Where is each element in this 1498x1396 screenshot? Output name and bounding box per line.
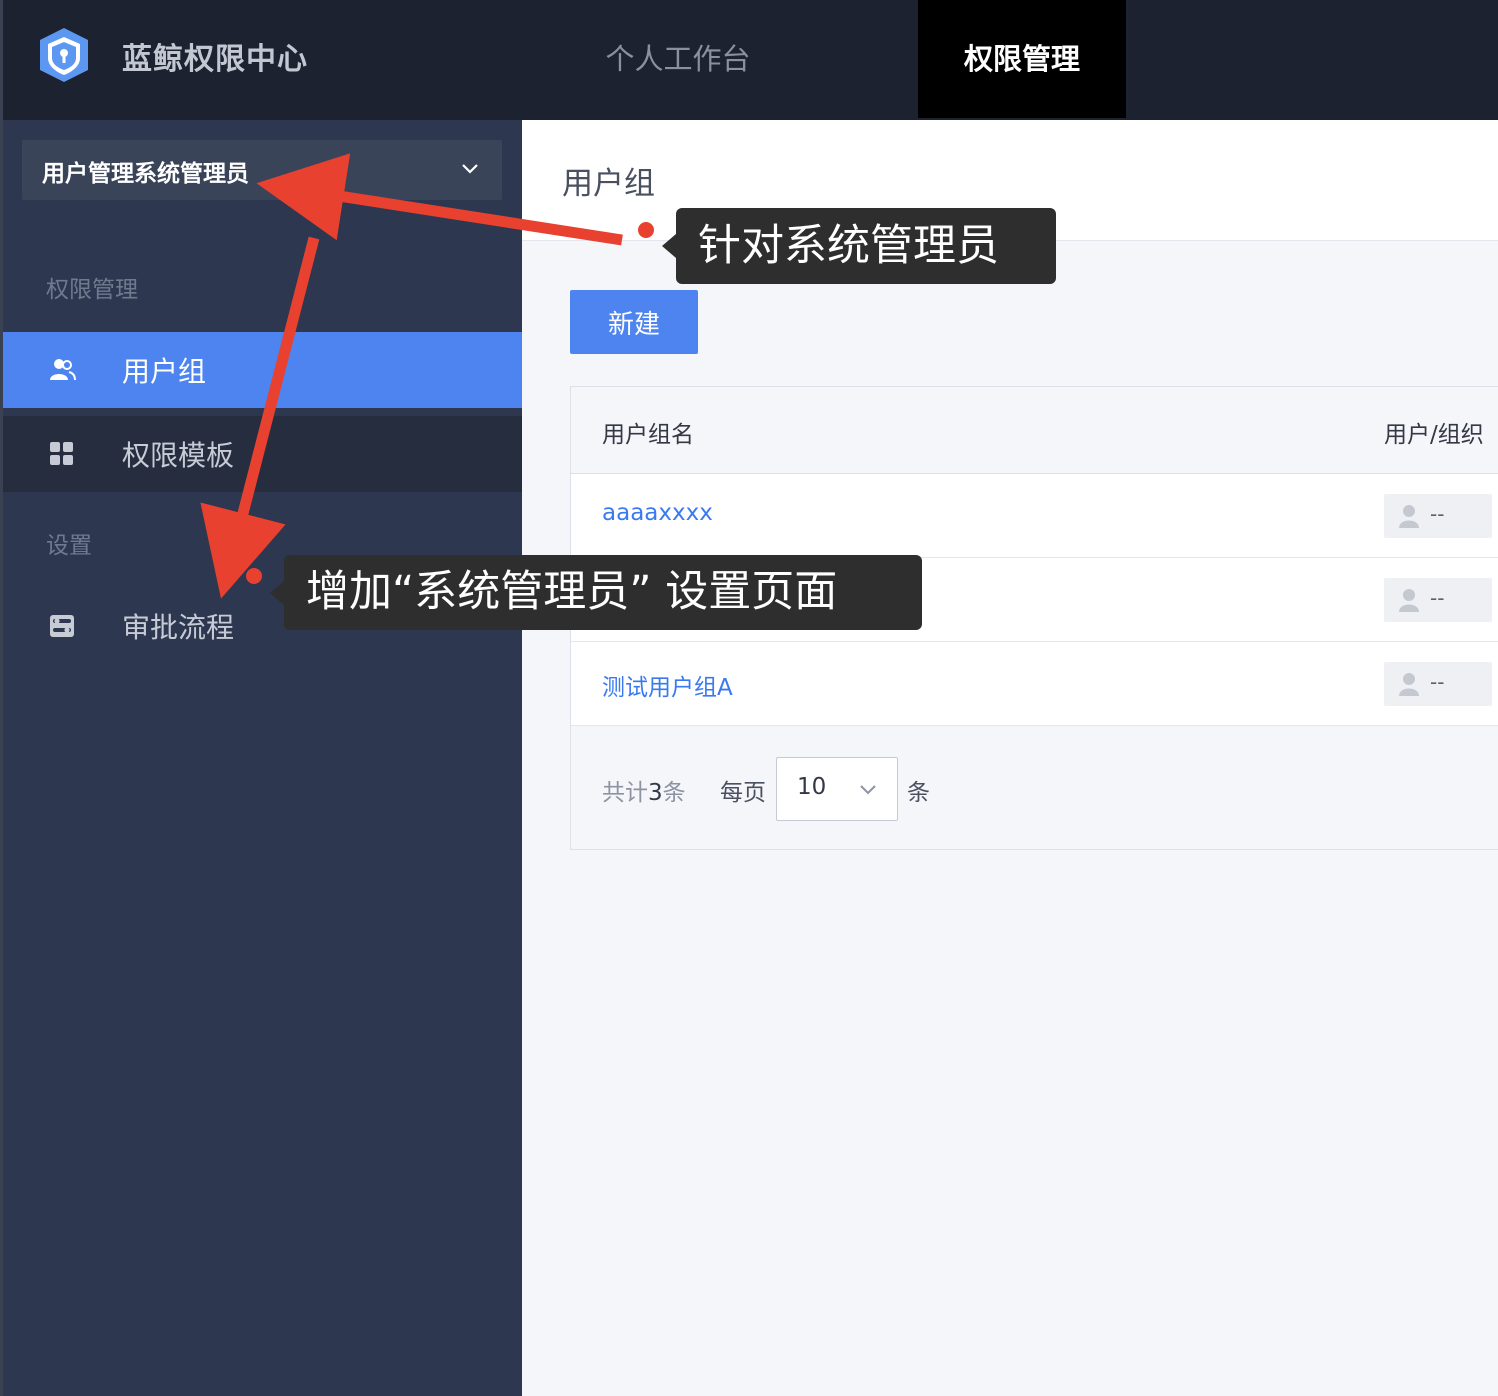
- sidebar-item-label: 审批流程: [122, 611, 235, 644]
- grid-icon: [50, 442, 73, 465]
- table-row: 测试用户组A --: [571, 642, 1498, 726]
- approval-flow-icon: [50, 615, 74, 637]
- user-group-link[interactable]: 测试用户组A: [602, 668, 733, 702]
- user-avatar-icon: [1399, 505, 1419, 528]
- role-select-dropdown[interactable]: 用户管理系统管理员: [22, 140, 502, 200]
- user-group-link[interactable]: aaaaxxxx: [602, 500, 713, 526]
- per-page-label: 每页: [720, 780, 766, 806]
- new-button[interactable]: 新建: [570, 290, 698, 354]
- member-tag: --: [1384, 494, 1492, 538]
- sidebar-item-user-group[interactable]: 用户组: [0, 332, 522, 408]
- page-title: 用户组: [562, 166, 655, 202]
- callout-tail: [662, 234, 676, 258]
- user-avatar-icon: [1399, 673, 1419, 696]
- callout-text: 针对系统管理员: [698, 221, 999, 271]
- per-page-unit: 条: [907, 780, 930, 806]
- callout-tail: [270, 581, 284, 605]
- shield-logo-icon: [40, 28, 88, 82]
- table-header: 用户组名 用户/组织: [571, 387, 1498, 474]
- member-value: --: [1430, 670, 1445, 694]
- app-title: 蓝鲸权限中心: [122, 42, 308, 77]
- annotation-callout-settings: 增加“系统管理员” 设置页面: [270, 555, 922, 630]
- chevron-down-icon: [860, 785, 876, 795]
- pagination-total: 共计3条: [602, 780, 686, 806]
- sidebar-item-label: 权限模板: [122, 439, 235, 472]
- member-value: --: [1430, 586, 1445, 610]
- sidebar-item-label: 用户组: [122, 355, 207, 388]
- top-header: 蓝鲸权限中心 个人工作台 权限管理: [0, 0, 1498, 1396]
- column-header-members: 用户/组织: [1384, 422, 1484, 448]
- section-title-permission: 权限管理: [46, 277, 138, 303]
- total-count: 3: [648, 780, 663, 806]
- column-header-name: 用户组名: [602, 422, 694, 448]
- role-select-label: 用户管理系统管理员: [42, 161, 249, 187]
- sidebar-item-permission-template[interactable]: 权限模板: [0, 416, 522, 492]
- nav-tab-workbench[interactable]: 个人工作台: [568, 0, 788, 118]
- annotation-dot: [638, 222, 654, 238]
- table-row: aaaaxxxx --: [571, 474, 1498, 558]
- chevron-down-icon: [462, 164, 478, 174]
- nav-tab-permission-management[interactable]: 权限管理: [918, 0, 1126, 118]
- user-avatar-icon: [1399, 589, 1419, 612]
- section-title-settings: 设置: [46, 533, 92, 559]
- per-page-value: 10: [797, 774, 827, 800]
- per-page-select[interactable]: 10: [776, 757, 898, 821]
- callout-text: 增加“系统管理员” 设置页面: [306, 567, 838, 617]
- member-tag: --: [1384, 662, 1492, 706]
- member-tag: --: [1384, 578, 1492, 622]
- sidebar: 用户管理系统管理员 权限管理 用户组 权限模板 设置 审批流程: [0, 120, 522, 1396]
- member-value: --: [1430, 502, 1445, 526]
- annotation-callout-admin: 针对系统管理员: [662, 208, 1056, 284]
- users-icon: [50, 359, 76, 381]
- annotation-dot: [246, 568, 262, 584]
- left-edge-line: [0, 0, 3, 1396]
